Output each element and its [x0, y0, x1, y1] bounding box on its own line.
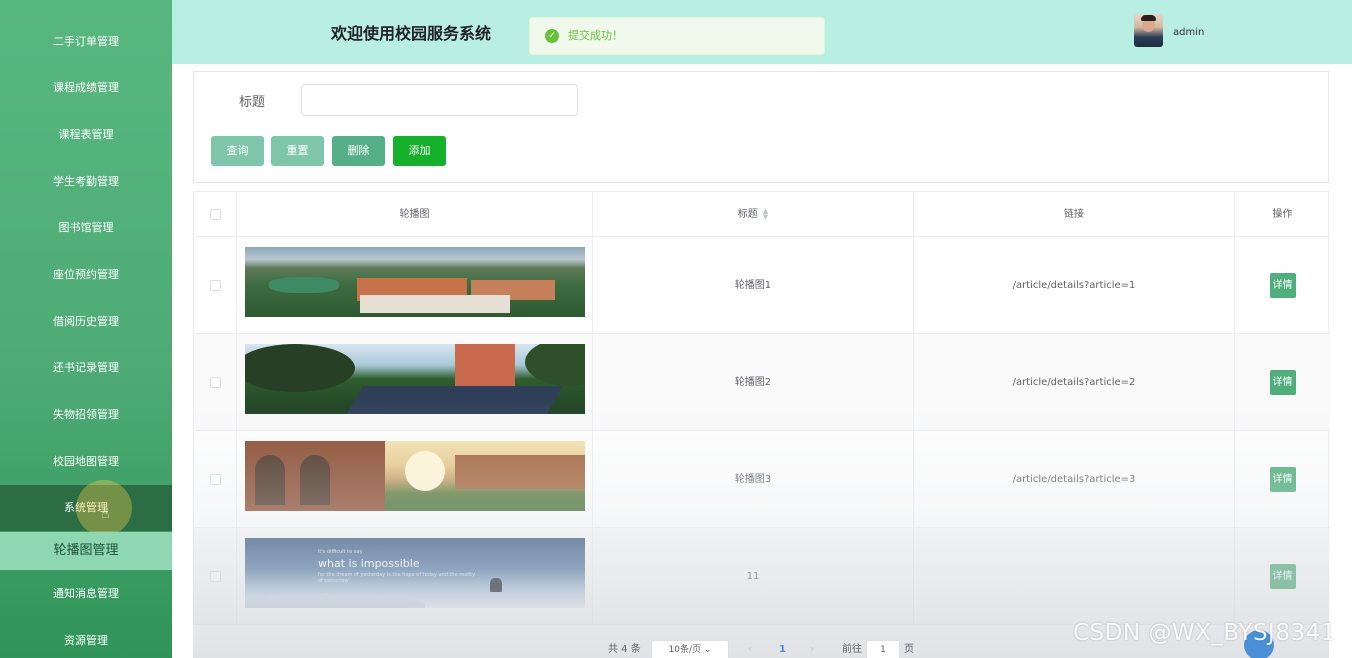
- row-checkbox-cell: [194, 334, 237, 431]
- page-size-value: 10条/页: [668, 645, 702, 655]
- column-header-title[interactable]: 标题 ▲ ▼: [593, 192, 914, 237]
- sidebar-item-library[interactable]: 图书馆管理: [0, 205, 172, 251]
- sidebar-item-course-grades[interactable]: 课程成绩管理: [0, 65, 172, 111]
- app-title: 欢迎使用校园服务系统: [331, 24, 492, 43]
- watermark: CSDN @WX_BYSJ8341: [1073, 620, 1336, 646]
- row-checkbox[interactable]: [209, 376, 221, 388]
- avatar[interactable]: [1134, 14, 1163, 47]
- sidebar-item-carousel[interactable]: 轮播图管理: [0, 532, 172, 570]
- image-quote-line1: it's difficult to say: [318, 549, 363, 555]
- link-cell: /article/details?article=3: [914, 431, 1235, 528]
- page-size-select[interactable]: 10条/页 ⌄: [651, 640, 729, 658]
- sidebar-item-secondhand-orders[interactable]: 二手订单管理: [0, 19, 172, 65]
- sidebar-item-campus-map[interactable]: 校园地图管理: [0, 439, 172, 485]
- page-unit-label: 页: [904, 644, 914, 655]
- column-header-link: 链接: [914, 192, 1235, 237]
- select-all-cell: [194, 192, 237, 237]
- image-quote-line3: for the dream of yesterday is the hope o…: [318, 572, 476, 584]
- carousel-image-2: [245, 344, 585, 414]
- sidebar-item-attendance[interactable]: 学生考勤管理: [0, 159, 172, 205]
- title-label: 标题: [239, 95, 266, 110]
- check-circle-icon: ✓: [545, 29, 559, 43]
- hand-cursor-icon: ☝: [101, 506, 110, 522]
- reset-button[interactable]: 重置: [271, 136, 324, 166]
- sidebar-item-borrow-history[interactable]: 借阅历史管理: [0, 299, 172, 345]
- goto-label: 前往: [842, 644, 862, 655]
- detail-button[interactable]: 详情: [1269, 563, 1296, 589]
- row-checkbox-cell: [194, 237, 237, 334]
- title-search-input[interactable]: [301, 84, 578, 116]
- next-page-icon[interactable]: ›: [810, 641, 814, 658]
- sidebar-item-notifications[interactable]: 通知消息管理: [0, 571, 172, 617]
- detail-button[interactable]: 详情: [1269, 466, 1296, 492]
- row-checkbox[interactable]: [209, 570, 221, 582]
- actions-cell: 详情: [1235, 237, 1330, 334]
- detail-button[interactable]: 详情: [1269, 272, 1296, 298]
- actions-cell: 详情: [1235, 334, 1330, 431]
- page-number-current[interactable]: 1: [779, 641, 786, 658]
- title-cell: 轮播图2: [593, 334, 914, 431]
- row-checkbox-cell: [194, 528, 237, 625]
- detail-button[interactable]: 详情: [1269, 369, 1296, 395]
- carousel-image-3: [245, 441, 585, 511]
- carousel-table: 轮播图 标题 ▲ ▼ 链接 操作 轮播图1 /article/details?art…: [193, 191, 1330, 625]
- delete-button[interactable]: 删除: [332, 136, 385, 166]
- prev-page-icon[interactable]: ‹: [748, 641, 752, 658]
- actions-cell: 详情: [1235, 528, 1330, 625]
- sort-icon[interactable]: ▲ ▼: [763, 208, 768, 221]
- toast-message: 提交成功！: [568, 29, 623, 42]
- carousel-image-4: it's difficult to say what is impossible…: [245, 538, 585, 608]
- select-all-checkbox[interactable]: [209, 208, 221, 220]
- column-header-title-label: 标题: [737, 209, 758, 220]
- sidebar-item-seat-booking[interactable]: 座位预约管理: [0, 252, 172, 298]
- username[interactable]: admin: [1173, 27, 1204, 38]
- carousel-image-1: [245, 247, 585, 317]
- sidebar-item-resources[interactable]: 资源管理: [0, 618, 172, 658]
- top-header: 欢迎使用校园服务系统 ✓ 提交成功！ admin: [172, 0, 1352, 64]
- column-header-actions: 操作: [1235, 192, 1330, 237]
- title-cell: 轮播图3: [593, 431, 914, 528]
- goto-page-input[interactable]: 1: [866, 640, 900, 658]
- row-checkbox-cell: [194, 431, 237, 528]
- success-toast: ✓ 提交成功！: [529, 17, 825, 55]
- row-checkbox[interactable]: [209, 473, 221, 485]
- add-button[interactable]: 添加: [393, 136, 446, 166]
- query-button[interactable]: 查询: [211, 136, 264, 166]
- title-cell: 11: [593, 528, 914, 625]
- link-cell: /article/details?article=1: [914, 237, 1235, 334]
- column-header-image: 轮播图: [237, 192, 593, 237]
- row-checkbox[interactable]: [209, 279, 221, 291]
- sidebar: 二手订单管理 课程成绩管理 课程表管理 学生考勤管理 图书馆管理 座位预约管理 …: [0, 0, 172, 658]
- sidebar-item-return-records[interactable]: 还书记录管理: [0, 345, 172, 391]
- search-panel: 标题 查询 重置 删除 添加: [193, 71, 1329, 183]
- image-quote-line2: what is impossible: [318, 557, 420, 570]
- pagination-total: 共 4 条: [608, 644, 641, 655]
- sidebar-item-lost-found[interactable]: 失物招领管理: [0, 392, 172, 438]
- link-cell: /article/details?article=2: [914, 334, 1235, 431]
- title-cell: 轮播图1: [593, 237, 914, 334]
- sidebar-item-timetable[interactable]: 课程表管理: [0, 112, 172, 158]
- link-cell: [914, 528, 1235, 625]
- actions-cell: 详情: [1235, 431, 1330, 528]
